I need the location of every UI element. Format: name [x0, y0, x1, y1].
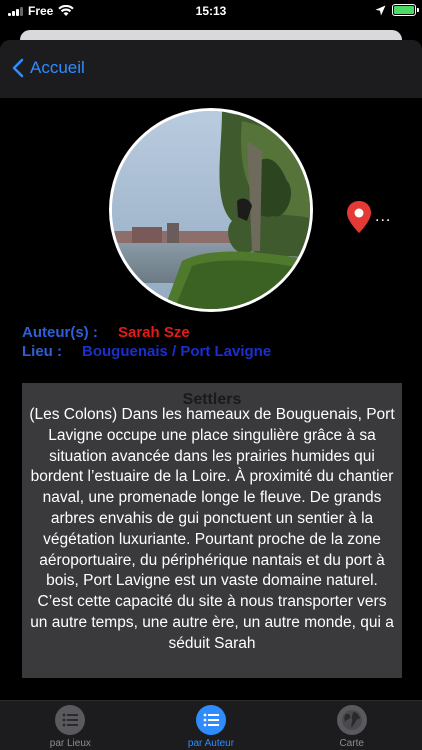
- tab-bar: par Lieux par Auteur Carte: [0, 700, 422, 750]
- description-panel[interactable]: Settlers (Les Colons) Dans les hameaux d…: [22, 383, 402, 678]
- list-icon: [55, 705, 86, 735]
- location-arrow-icon: [375, 5, 386, 15]
- tab-label: par Auteur: [187, 738, 235, 749]
- back-label: Accueil: [30, 58, 85, 77]
- tab-label: par Lieux: [49, 738, 91, 749]
- artwork-description: (Les Colons) Dans les hameaux de Bouguen…: [29, 406, 395, 652]
- status-right: [375, 4, 419, 16]
- list-icon: [196, 705, 226, 735]
- author-label: Auteur(s) :: [22, 324, 98, 341]
- tab-label: Carte: [339, 738, 364, 749]
- more-button[interactable]: ...: [375, 208, 391, 226]
- place-label: Lieu :: [22, 343, 62, 360]
- globe-icon: [336, 705, 367, 735]
- artwork-meta: Auteur(s) : Sarah Sze Lieu : Bouguenais …: [22, 323, 271, 361]
- map-pin-icon[interactable]: [346, 200, 372, 234]
- artwork-detail: ... Auteur(s) : Sarah Sze Lieu : Bouguen…: [0, 98, 422, 700]
- chevron-left-icon: [12, 58, 24, 78]
- back-button[interactable]: Accueil: [12, 58, 85, 78]
- place-row: Lieu : Bouguenais / Port Lavigne: [22, 342, 271, 361]
- navigation-bar: Accueil: [0, 40, 422, 98]
- place-link[interactable]: Bouguenais / Port Lavigne: [82, 342, 271, 361]
- battery-icon: [392, 4, 419, 16]
- author-link[interactable]: Sarah Sze: [118, 323, 190, 342]
- artwork-photo: [109, 108, 313, 312]
- author-row: Auteur(s) : Sarah Sze: [22, 323, 271, 342]
- tab-carte[interactable]: Carte: [281, 701, 422, 750]
- tab-par-lieux[interactable]: par Lieux: [0, 701, 141, 750]
- tab-par-auteur[interactable]: par Auteur: [141, 701, 282, 750]
- status-time: 15:13: [195, 4, 227, 18]
- status-bar: Free 15:13: [0, 0, 422, 22]
